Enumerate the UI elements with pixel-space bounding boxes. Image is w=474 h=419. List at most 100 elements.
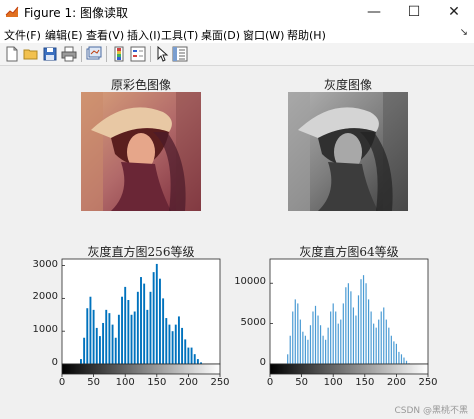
property-inspector-icon[interactable] — [172, 46, 188, 62]
x-tick-label: 0 — [266, 377, 274, 388]
histogram-bar — [340, 319, 342, 364]
histogram-bar — [105, 309, 108, 364]
color-image — [81, 92, 201, 211]
histogram-bar — [289, 335, 291, 364]
insert-legend-icon[interactable] — [130, 46, 146, 62]
x-tick-label: 200 — [178, 377, 198, 388]
histogram-bar — [370, 311, 372, 364]
menu-window[interactable]: 窗口(W) — [243, 27, 284, 43]
histogram-bar — [390, 335, 392, 364]
histogram-bar — [312, 311, 314, 364]
histogram-bar — [383, 307, 385, 364]
histogram-bar — [403, 357, 405, 364]
histogram-bar — [330, 311, 332, 364]
toolbar-separator — [106, 46, 107, 62]
histogram-bar — [307, 339, 309, 364]
open-file-icon[interactable] — [23, 46, 39, 62]
gray-colorbar — [61, 363, 221, 375]
histogram-bar — [405, 360, 408, 364]
histogram-bar — [378, 319, 380, 364]
histogram-bar — [325, 339, 327, 364]
menu-desktop[interactable]: 桌面(D) — [201, 27, 240, 43]
histogram-bar — [155, 263, 158, 364]
gray-image-title: 灰度图像 — [323, 78, 372, 92]
histogram-bar — [365, 283, 367, 364]
figure-canvas[interactable]: 原彩色图像 灰度图像 灰度直方图256等级 0 50 100 150 200 2… — [0, 66, 474, 419]
histogram-bar — [130, 314, 133, 364]
plot-area — [269, 258, 429, 365]
histogram-bar — [350, 291, 352, 364]
histogram-bar — [332, 303, 334, 364]
histogram-bar — [140, 277, 142, 364]
histogram-bar — [174, 324, 177, 365]
histogram-bar — [83, 337, 86, 364]
y-tick-label: 10000 — [234, 276, 266, 288]
histogram-bar — [337, 323, 339, 364]
histogram-bar — [124, 286, 127, 364]
histogram-bar — [294, 299, 296, 364]
edit-plot-arrow-icon[interactable] — [154, 46, 170, 62]
histogram-bar — [149, 291, 152, 364]
link-plot-icon[interactable] — [86, 46, 102, 62]
menu-bar: 文件(F) 编辑(E) 查看(V) 插入(I) 工具(T) 桌面(D) 窗口(W… — [0, 24, 474, 43]
menu-insert[interactable]: 插入(I) — [127, 27, 161, 43]
histogram-bar — [342, 303, 344, 364]
print-icon[interactable] — [61, 46, 77, 62]
new-figure-icon[interactable] — [4, 46, 20, 62]
histogram-bar — [171, 331, 174, 364]
color-image-title: 原彩色图像 — [110, 78, 171, 92]
y-tick-label: 0 — [259, 357, 266, 368]
maximize-button[interactable]: ☐ — [394, 0, 434, 24]
histogram-bar — [121, 296, 123, 364]
window-title: Figure 1: 图像读取 — [24, 6, 128, 20]
histogram-bar — [159, 278, 161, 364]
histogram-bar — [80, 359, 82, 364]
x-tick-label: 50 — [87, 377, 100, 388]
grayscale-image — [288, 92, 408, 211]
hist256-title: 灰度直方图256等级 — [87, 245, 195, 259]
histogram-bar — [190, 347, 193, 364]
x-tick-label: 150 — [147, 377, 167, 388]
histogram-bar — [177, 316, 180, 364]
histogram-bar — [375, 327, 377, 364]
histogram-bar — [168, 324, 171, 365]
histogram-bar — [360, 279, 362, 364]
histogram-bar — [322, 335, 324, 364]
histogram-bar — [187, 347, 190, 364]
menu-edit[interactable]: 编辑(E) — [45, 27, 83, 43]
toolbar-separator — [81, 46, 82, 62]
histogram-bar — [362, 275, 365, 364]
title-bar: Figure 1: 图像读取 — ☐ ✕ — [0, 0, 474, 24]
histogram-bar — [309, 325, 312, 364]
dock-arrow-icon[interactable]: ↘ — [460, 27, 468, 38]
hist256-chart — [61, 258, 221, 377]
y-tick-label: 0 — [51, 357, 58, 368]
histogram-bar — [335, 311, 337, 364]
menu-file[interactable]: 文件(F) — [4, 27, 41, 43]
y-tick-label: 2000 — [32, 291, 58, 303]
histogram-bar — [385, 319, 387, 364]
histogram-bar — [111, 324, 114, 365]
x-tick-label: 150 — [355, 377, 375, 388]
histogram-bar — [98, 336, 101, 364]
histogram-bar — [136, 291, 139, 364]
histogram-bar — [102, 322, 105, 364]
histogram-bar — [196, 359, 199, 364]
insert-colorbar-icon[interactable] — [111, 46, 127, 62]
menu-tools[interactable]: 工具(T) — [161, 27, 198, 43]
hist64-title: 灰度直方图64等级 — [299, 245, 399, 259]
histogram-bar — [152, 272, 155, 365]
histogram-bar — [181, 327, 184, 364]
close-button[interactable]: ✕ — [434, 0, 474, 24]
menu-view[interactable]: 查看(V) — [86, 27, 124, 43]
x-tick-label: 50 — [295, 377, 308, 388]
histogram-bar — [327, 327, 329, 364]
histogram-bar — [146, 309, 149, 364]
minimize-button[interactable]: — — [354, 0, 394, 24]
x-tick-label: 250 — [418, 377, 438, 388]
save-icon[interactable] — [42, 46, 58, 62]
histogram-bar — [367, 299, 370, 364]
toolbar-separator — [150, 46, 151, 62]
menu-help[interactable]: 帮助(H) — [287, 27, 326, 43]
histogram-bar — [193, 354, 196, 364]
